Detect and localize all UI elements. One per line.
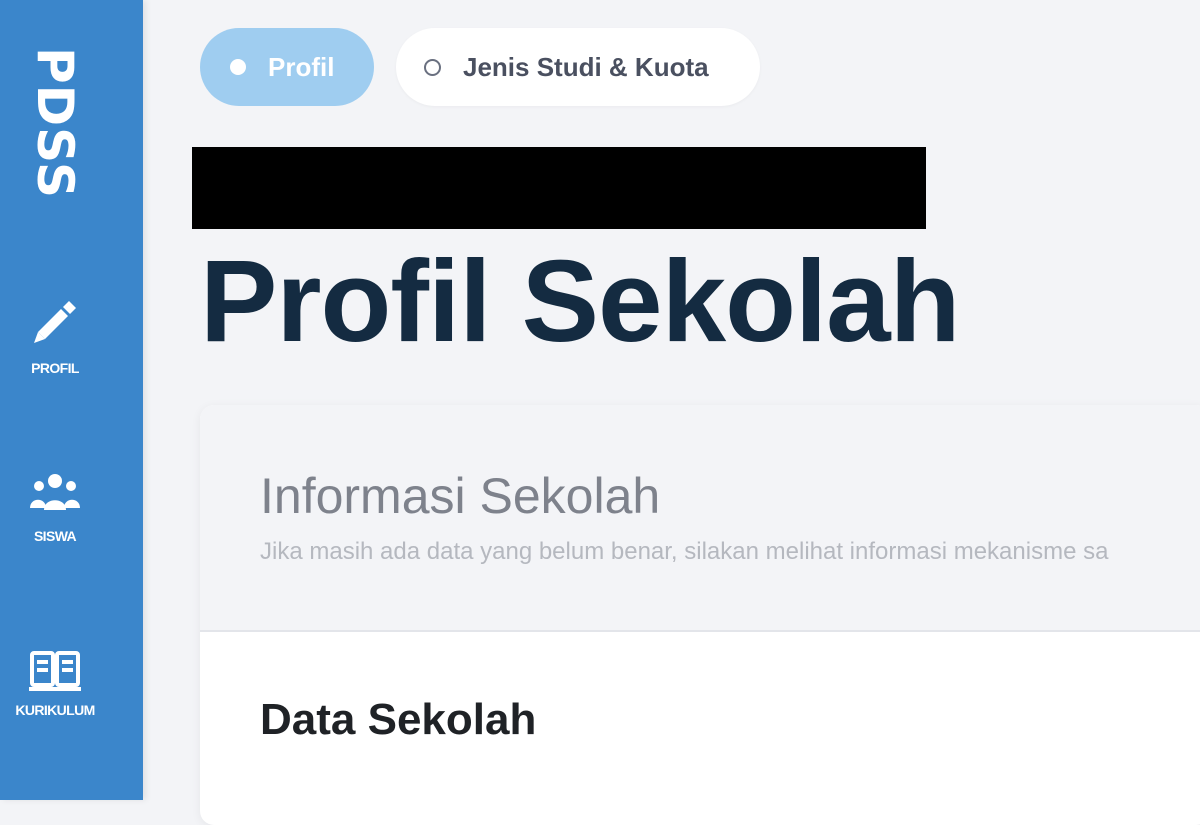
redacted-block (192, 147, 926, 229)
sidebar-item-label: PROFIL (31, 360, 79, 376)
tab-label: Jenis Studi & Kuota (463, 51, 709, 82)
tab-jenis-studi-kuota[interactable]: Jenis Studi & Kuota (396, 28, 760, 106)
section-title: Data Sekolah (260, 695, 537, 744)
brand-logo[interactable]: PDSS (20, 28, 90, 218)
school-info-card: Informasi Sekolah Jika masih ada data ya… (200, 405, 1200, 825)
tab-profil[interactable]: Profil (200, 28, 374, 106)
book-icon (29, 651, 81, 691)
active-dot-icon (230, 59, 246, 75)
card-title: Informasi Sekolah (260, 468, 661, 524)
tab-label: Profil (268, 51, 335, 82)
sidebar-item-kurikulum[interactable]: KURIKULUM (0, 648, 110, 718)
page-title: Profil Sekolah (200, 236, 961, 366)
users-icon (30, 474, 80, 510)
pencil-icon (34, 301, 76, 343)
inactive-dot-icon (424, 58, 441, 76)
sidebar-item-label: KURIKULUM (15, 702, 95, 718)
sidebar-item-label: SISWA (33, 528, 77, 544)
sidebar-item-profil[interactable]: PROFIL (0, 292, 110, 376)
brand-text: PDSS (26, 47, 84, 199)
sidebar: PDSS PROFIL SISWA KURIKULUM (0, 0, 143, 800)
sidebar-item-siswa[interactable]: SISWA (0, 470, 110, 544)
card-header: Informasi Sekolah Jika masih ada data ya… (200, 405, 1200, 632)
card-subtitle: Jika masih ada data yang belum benar, si… (260, 538, 1109, 565)
